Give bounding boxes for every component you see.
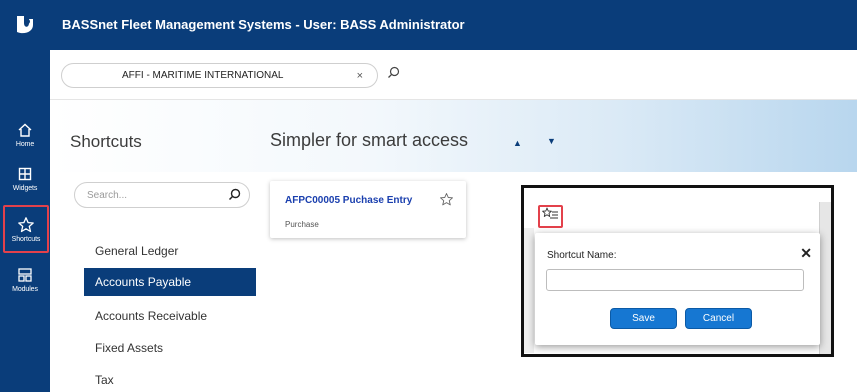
vessel-bar: AFFI - MARITIME INTERNATIONAL × <box>50 50 857 100</box>
search-icon[interactable] <box>228 188 241 206</box>
search-icon[interactable] <box>387 66 400 84</box>
star-list-icon <box>542 207 559 226</box>
vessel-selector[interactable]: AFFI - MARITIME INTERNATIONAL × <box>61 63 378 88</box>
page-subtitle: Simpler for smart access <box>270 130 469 150</box>
shortcut-name-label: Shortcut Name: <box>547 250 617 261</box>
shortcut-name-dialog: Shortcut Name: ✕ Save Cancel <box>535 233 820 345</box>
save-button[interactable]: Save <box>610 308 677 329</box>
module-item-accounts-receivable[interactable]: Accounts Receivable <box>84 302 256 330</box>
zoom-inset: Shortcut Name: ✕ Save Cancel <box>521 185 834 357</box>
shortcut-title[interactable]: AFPC00005 Puchase Entry <box>285 195 412 206</box>
page-title: Shortcuts <box>70 132 142 151</box>
rail-label: Home <box>15 140 35 148</box>
app-title: BASSnet Fleet Management Systems - User:… <box>62 17 465 32</box>
rail-label: Modules <box>12 285 38 293</box>
close-icon[interactable]: ✕ <box>800 245 812 262</box>
cancel-button[interactable]: Cancel <box>685 308 752 329</box>
module-item-general-ledger[interactable]: General Ledger <box>84 237 256 265</box>
module-search-input[interactable]: Search... <box>74 182 250 208</box>
top-bar: BASSnet Fleet Management Systems - User:… <box>50 0 857 50</box>
modules-icon <box>16 266 34 284</box>
background-panel <box>819 202 831 354</box>
rail-item-widgets[interactable]: Widgets <box>0 153 50 203</box>
left-rail: Home Widgets Shortcuts Modules <box>0 0 50 392</box>
app-logo[interactable] <box>0 0 50 50</box>
shortcut-name-input[interactable] <box>546 269 804 291</box>
vessel-name: AFFI - MARITIME INTERNATIONAL <box>122 70 284 81</box>
rail-label: Shortcuts <box>11 235 41 243</box>
scroll-up-button[interactable]: ▲ <box>513 138 522 148</box>
star-icon <box>17 216 35 234</box>
widgets-icon <box>16 165 34 183</box>
shortcut-module: Purchase <box>285 220 319 229</box>
scroll-down-button[interactable]: ▼ <box>547 136 556 146</box>
star-icon[interactable] <box>439 192 454 212</box>
rail-item-home[interactable]: Home <box>0 109 50 159</box>
rail-item-modules[interactable]: Modules <box>0 254 50 304</box>
logo-icon <box>17 16 33 34</box>
add-shortcut-button[interactable] <box>538 205 563 228</box>
background-panel <box>524 228 534 353</box>
module-item-tax[interactable]: Tax <box>84 366 256 392</box>
page-header: Shortcuts Simpler for smart access ▲ ▼ <box>50 100 857 172</box>
module-item-fixed-assets[interactable]: Fixed Assets <box>84 334 256 362</box>
search-placeholder: Search... <box>87 190 128 201</box>
module-item-accounts-payable[interactable]: Accounts Payable <box>84 268 256 296</box>
rail-item-shortcuts[interactable]: Shortcuts <box>3 205 49 253</box>
rail-label: Widgets <box>12 184 38 192</box>
home-icon <box>16 121 34 139</box>
shortcut-card[interactable]: AFPC00005 Puchase Entry Purchase <box>270 181 466 238</box>
clear-icon[interactable]: × <box>357 70 363 82</box>
